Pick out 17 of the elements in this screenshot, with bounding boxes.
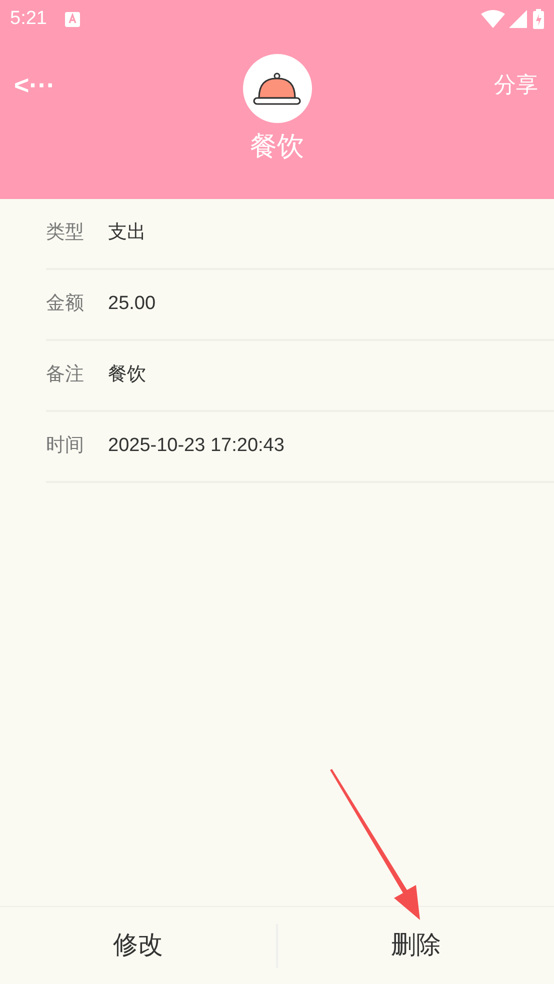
category-title: 餐饮 [250,133,304,160]
detail-label: 金额 [46,292,85,316]
edit-button[interactable]: 修改 [105,926,171,964]
status-time: 5:21 [10,6,47,31]
detail-value: 2025-10-23 17:20:43 [108,434,284,458]
detail-label: 备注 [46,363,85,388]
delete-button[interactable]: 删除 [383,926,449,964]
detail-label: 类型 [46,221,85,246]
food-cloche-icon [253,72,301,106]
detail-value: 支出 [108,221,146,246]
signal-icon [509,10,527,28]
detail-value: 餐饮 [108,363,146,388]
detail-label: 时间 [46,434,85,458]
detail-value: 25.00 [108,292,156,316]
battery-icon [533,9,544,29]
wifi-icon [481,10,505,28]
keyboard-notification-icon [64,12,80,26]
